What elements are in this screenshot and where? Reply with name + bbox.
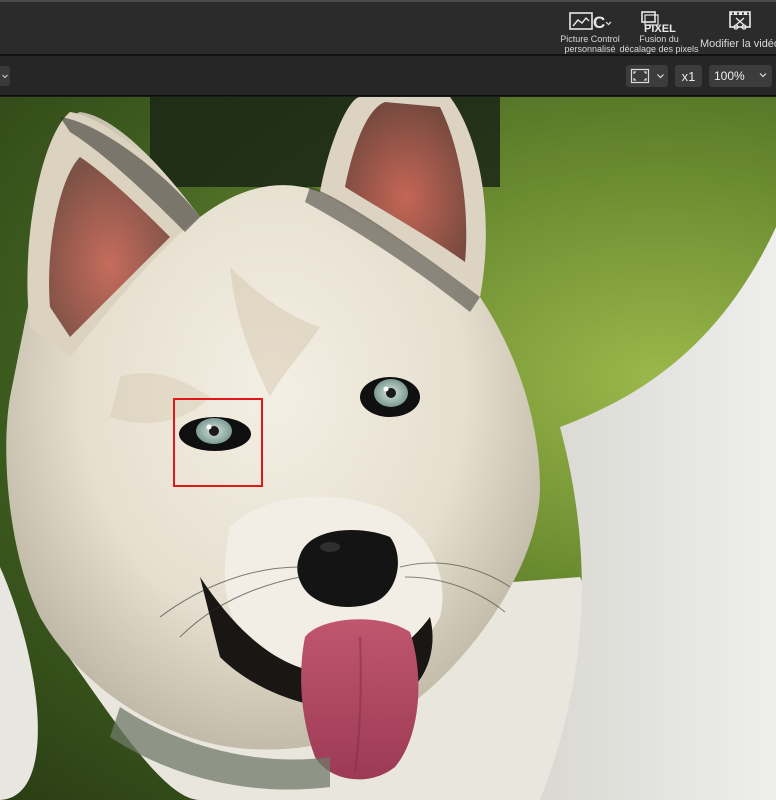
video-edit-icon <box>726 8 754 34</box>
picture-control-button[interactable]: C Picture Control personnalisé <box>560 8 620 56</box>
zoom-level-select[interactable]: 100% <box>709 65 772 87</box>
pixel-shift-icon: PIXEL <box>639 8 679 34</box>
top-toolbar: C Picture Control personnalisé PIXEL Fus… <box>0 0 776 56</box>
fit-to-screen-dropdown[interactable] <box>626 65 668 87</box>
edit-video-button[interactable]: Modifier la vidéo <box>700 8 776 56</box>
chevron-down-icon <box>2 74 8 79</box>
picture-control-label-1: Picture Control <box>560 34 620 44</box>
chevron-down-icon <box>657 74 664 79</box>
zoom-multiplier-button[interactable]: x1 <box>675 65 702 87</box>
pixel-shift-label-1: Fusion du <box>639 34 679 44</box>
view-toolbar: x1 100% <box>0 56 776 96</box>
collapse-panel-button[interactable] <box>0 66 10 86</box>
picture-control-icon: C <box>567 8 613 34</box>
zoom-level-value: 100% <box>714 69 745 83</box>
picture-control-label-2: personnalisé <box>564 44 616 54</box>
pixel-shift-label-2: décalage des pixels <box>619 44 699 54</box>
edit-video-label: Modifier la vidéo <box>699 38 776 50</box>
fit-to-screen-icon <box>630 68 650 84</box>
focus-point-indicator <box>173 398 263 487</box>
image-viewer[interactable] <box>0 97 776 800</box>
dog-photo <box>0 97 776 800</box>
svg-text:PIXEL: PIXEL <box>644 23 676 33</box>
svg-text:C: C <box>593 13 605 32</box>
pixel-shift-button[interactable]: PIXEL Fusion du décalage des pixels <box>619 8 699 56</box>
chevron-down-icon <box>759 73 767 78</box>
